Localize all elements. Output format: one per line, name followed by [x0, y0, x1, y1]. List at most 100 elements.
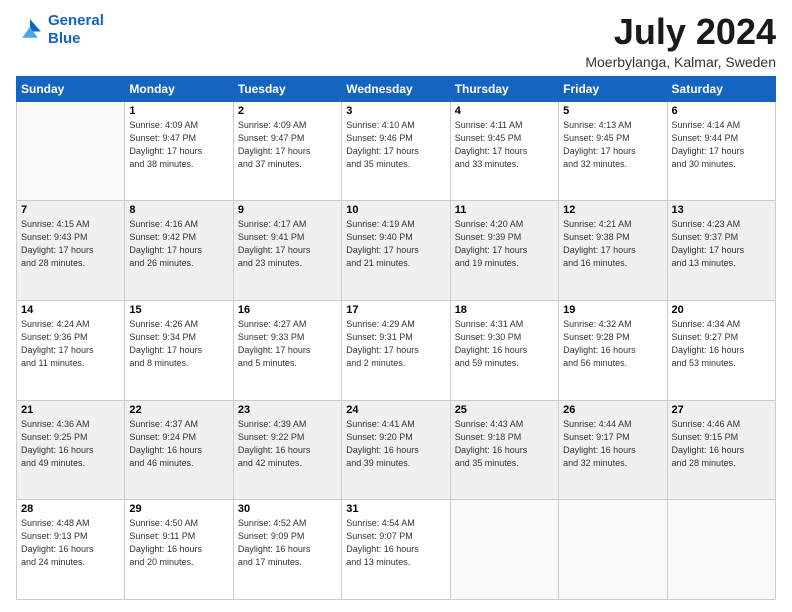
day-number: 18	[455, 304, 554, 316]
col-wednesday: Wednesday	[342, 76, 450, 101]
day-number: 12	[563, 204, 662, 216]
day-number: 8	[129, 204, 228, 216]
table-row: 13Sunrise: 4:23 AM Sunset: 9:37 PM Dayli…	[667, 201, 775, 301]
day-info: Sunrise: 4:20 AM Sunset: 9:39 PM Dayligh…	[455, 218, 554, 270]
day-info: Sunrise: 4:26 AM Sunset: 9:34 PM Dayligh…	[129, 318, 228, 370]
calendar-week-row: 14Sunrise: 4:24 AM Sunset: 9:36 PM Dayli…	[17, 300, 776, 400]
day-number: 2	[238, 105, 337, 117]
day-info: Sunrise: 4:21 AM Sunset: 9:38 PM Dayligh…	[563, 218, 662, 270]
table-row: 7Sunrise: 4:15 AM Sunset: 9:43 PM Daylig…	[17, 201, 125, 301]
table-row: 19 Sunrise: 4:32 AM Sunset: 9:28 PM Dayli…	[559, 300, 667, 400]
table-row: 24 Sunrise: 4:41 AM Sunset: 9:20 PM Dayli…	[342, 400, 450, 500]
header: General Blue July 2024 Moerbylanga, Kalm…	[16, 12, 776, 70]
table-row: 18 Sunrise: 4:31 AM Sunset: 9:30 PM Dayli…	[450, 300, 558, 400]
day-number: 20	[672, 304, 771, 316]
table-row: 5 Sunrise: 4:13 AM Sunset: 9:45 PM Daylig…	[559, 101, 667, 201]
day-number: 23	[238, 404, 337, 416]
table-row: 12 Sunrise: 4:21 AM Sunset: 9:38 PM Dayli…	[559, 201, 667, 301]
day-info: Sunrise: 4:32 AM Sunset: 9:28 PM Dayligh…	[563, 318, 662, 370]
day-info: Sunrise: 4:48 AM Sunset: 9:13 PM Dayligh…	[21, 517, 120, 569]
table-row: 21 Sunrise: 4:36 AM Sunset: 9:25 PM Dayli…	[17, 400, 125, 500]
day-info: Sunrise: 4:43 AM Sunset: 9:18 PM Dayligh…	[455, 418, 554, 470]
table-row: 28Sunrise: 4:48 AM Sunset: 9:13 PM Dayli…	[17, 500, 125, 600]
calendar-week-row: 28Sunrise: 4:48 AM Sunset: 9:13 PM Dayli…	[17, 500, 776, 600]
table-row: 16 Sunrise: 4:27 AM Sunset: 9:33 PM Dayli…	[233, 300, 341, 400]
day-info: Sunrise: 4:17 AM Sunset: 9:41 PM Dayligh…	[238, 218, 337, 270]
table-row	[450, 500, 558, 600]
calendar-week-row: 7Sunrise: 4:15 AM Sunset: 9:43 PM Daylig…	[17, 201, 776, 301]
day-info: Sunrise: 4:09 AM Sunset: 9:47 PM Dayligh…	[129, 119, 228, 171]
day-number: 9	[238, 204, 337, 216]
day-info: Sunrise: 4:19 AM Sunset: 9:40 PM Dayligh…	[346, 218, 445, 270]
table-row: 2 Sunrise: 4:09 AM Sunset: 9:47 PM Daylig…	[233, 101, 341, 201]
table-row: 17Sunrise: 4:29 AM Sunset: 9:31 PM Dayli…	[342, 300, 450, 400]
logo-line2: Blue	[48, 30, 81, 47]
day-number: 16	[238, 304, 337, 316]
calendar-header-row: Sunday Monday Tuesday Wednesday Thursday…	[17, 76, 776, 101]
table-row	[17, 101, 125, 201]
day-info: Sunrise: 4:36 AM Sunset: 9:25 PM Dayligh…	[21, 418, 120, 470]
col-saturday: Saturday	[667, 76, 775, 101]
day-number: 25	[455, 404, 554, 416]
day-info: Sunrise: 4:37 AM Sunset: 9:24 PM Dayligh…	[129, 418, 228, 470]
table-row: 15 Sunrise: 4:26 AM Sunset: 9:34 PM Dayli…	[125, 300, 233, 400]
day-number: 3	[346, 105, 445, 117]
table-row: 27 Sunrise: 4:46 AM Sunset: 9:15 PM Dayli…	[667, 400, 775, 500]
table-row: 31Sunrise: 4:54 AM Sunset: 9:07 PM Dayli…	[342, 500, 450, 600]
day-number: 27	[672, 404, 771, 416]
col-sunday: Sunday	[17, 76, 125, 101]
day-number: 24	[346, 404, 445, 416]
day-info: Sunrise: 4:41 AM Sunset: 9:20 PM Dayligh…	[346, 418, 445, 470]
table-row	[667, 500, 775, 600]
day-number: 15	[129, 304, 228, 316]
day-info: Sunrise: 4:10 AM Sunset: 9:46 PM Dayligh…	[346, 119, 445, 171]
day-info: Sunrise: 4:13 AM Sunset: 9:45 PM Dayligh…	[563, 119, 662, 171]
day-info: Sunrise: 4:14 AM Sunset: 9:44 PM Dayligh…	[672, 119, 771, 171]
day-info: Sunrise: 4:27 AM Sunset: 9:33 PM Dayligh…	[238, 318, 337, 370]
day-number: 19	[563, 304, 662, 316]
day-info: Sunrise: 4:09 AM Sunset: 9:47 PM Dayligh…	[238, 119, 337, 171]
day-number: 31	[346, 503, 445, 515]
day-number: 22	[129, 404, 228, 416]
table-row: 6Sunrise: 4:14 AM Sunset: 9:44 PM Daylig…	[667, 101, 775, 201]
table-row: 11 Sunrise: 4:20 AM Sunset: 9:39 PM Dayli…	[450, 201, 558, 301]
col-tuesday: Tuesday	[233, 76, 341, 101]
table-row: 26 Sunrise: 4:44 AM Sunset: 9:17 PM Dayli…	[559, 400, 667, 500]
day-number: 14	[21, 304, 120, 316]
day-info: Sunrise: 4:16 AM Sunset: 9:42 PM Dayligh…	[129, 218, 228, 270]
table-row: 23 Sunrise: 4:39 AM Sunset: 9:22 PM Dayli…	[233, 400, 341, 500]
day-number: 5	[563, 105, 662, 117]
day-info: Sunrise: 4:46 AM Sunset: 9:15 PM Dayligh…	[672, 418, 771, 470]
title-block: July 2024 Moerbylanga, Kalmar, Sweden	[585, 12, 776, 70]
table-row: 25 Sunrise: 4:43 AM Sunset: 9:18 PM Dayli…	[450, 400, 558, 500]
table-row: 10Sunrise: 4:19 AM Sunset: 9:40 PM Dayli…	[342, 201, 450, 301]
day-number: 1	[129, 105, 228, 117]
day-info: Sunrise: 4:44 AM Sunset: 9:17 PM Dayligh…	[563, 418, 662, 470]
day-number: 11	[455, 204, 554, 216]
table-row: 8 Sunrise: 4:16 AM Sunset: 9:42 PM Daylig…	[125, 201, 233, 301]
day-number: 26	[563, 404, 662, 416]
day-number: 30	[238, 503, 337, 515]
table-row: 22 Sunrise: 4:37 AM Sunset: 9:24 PM Dayli…	[125, 400, 233, 500]
day-number: 21	[21, 404, 120, 416]
day-info: Sunrise: 4:23 AM Sunset: 9:37 PM Dayligh…	[672, 218, 771, 270]
logo-line1: General	[48, 12, 104, 29]
table-row: 30Sunrise: 4:52 AM Sunset: 9:09 PM Dayli…	[233, 500, 341, 600]
col-thursday: Thursday	[450, 76, 558, 101]
day-info: Sunrise: 4:31 AM Sunset: 9:30 PM Dayligh…	[455, 318, 554, 370]
day-info: Sunrise: 4:50 AM Sunset: 9:11 PM Dayligh…	[129, 517, 228, 569]
table-row: 20Sunrise: 4:34 AM Sunset: 9:27 PM Dayli…	[667, 300, 775, 400]
logo-text: General Blue	[48, 12, 104, 48]
day-info: Sunrise: 4:39 AM Sunset: 9:22 PM Dayligh…	[238, 418, 337, 470]
logo: General Blue	[16, 12, 104, 48]
day-info: Sunrise: 4:29 AM Sunset: 9:31 PM Dayligh…	[346, 318, 445, 370]
table-row	[559, 500, 667, 600]
table-row: 3 Sunrise: 4:10 AM Sunset: 9:46 PM Daylig…	[342, 101, 450, 201]
day-info: Sunrise: 4:15 AM Sunset: 9:43 PM Dayligh…	[21, 218, 120, 270]
day-info: Sunrise: 4:11 AM Sunset: 9:45 PM Dayligh…	[455, 119, 554, 171]
page: General Blue July 2024 Moerbylanga, Kalm…	[0, 0, 792, 612]
table-row: 1 Sunrise: 4:09 AM Sunset: 9:47 PM Daylig…	[125, 101, 233, 201]
col-monday: Monday	[125, 76, 233, 101]
table-row: 29 Sunrise: 4:50 AM Sunset: 9:11 PM Dayli…	[125, 500, 233, 600]
day-number: 29	[129, 503, 228, 515]
